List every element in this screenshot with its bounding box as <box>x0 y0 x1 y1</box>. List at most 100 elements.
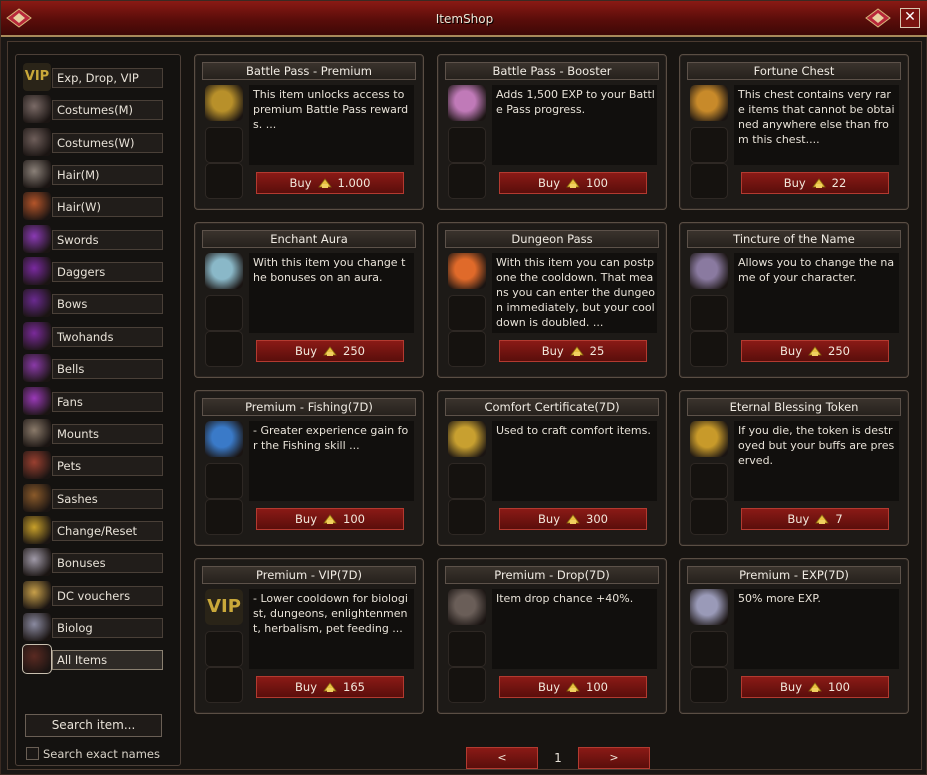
buy-button[interactable]: Buy 7 <box>741 508 889 530</box>
item-description: If you die, the token is destroyed but y… <box>734 421 899 501</box>
category-hair-male[interactable]: Hair(M) <box>23 160 165 189</box>
exact-names-checkbox[interactable] <box>26 747 39 760</box>
category-label: Twohands <box>52 326 163 347</box>
buy-button[interactable]: Buy 250 <box>741 340 889 362</box>
drop-claw-icon[interactable] <box>448 589 486 625</box>
buy-button[interactable]: Buy 300 <box>499 508 647 530</box>
biolog-icon <box>23 612 51 641</box>
buy-button[interactable]: Buy 100 <box>256 508 404 530</box>
category-mount[interactable]: Mounts <box>23 418 165 447</box>
buy-button[interactable]: Buy 100 <box>741 676 889 698</box>
buy-label: Buy <box>780 344 803 358</box>
category-hair-female[interactable]: Hair(W) <box>23 192 165 221</box>
category-label: DC vouchers <box>52 585 163 606</box>
category-all-items[interactable]: All Items <box>22 644 165 675</box>
item-price: 250 <box>343 344 365 358</box>
item-description: This item unlocks access to premium Batt… <box>249 85 414 165</box>
item-card: Eternal Blessing Token If you die, the to… <box>679 390 909 546</box>
vip-icon[interactable]: VIP <box>205 589 243 625</box>
buy-label: Buy <box>295 344 318 358</box>
coin-icon <box>808 343 822 356</box>
buy-button[interactable]: Buy 250 <box>256 340 404 362</box>
category-label: Bows <box>52 294 163 315</box>
category-fan[interactable]: Fans <box>23 386 165 415</box>
battle-pass-premium-icon[interactable] <box>205 85 243 121</box>
category-sash[interactable]: Sashes <box>23 483 165 512</box>
category-label: Costumes(M) <box>52 100 163 121</box>
empty-slot <box>690 463 728 499</box>
empty-slot <box>690 631 728 667</box>
buy-button[interactable]: Buy 165 <box>256 676 404 698</box>
prev-page-button[interactable]: < <box>466 747 538 769</box>
category-voucher[interactable]: DC vouchers <box>23 580 165 609</box>
search-item-button[interactable]: Search item... <box>25 714 162 737</box>
item-card: Fortune Chest This chest contains very ra… <box>679 54 909 210</box>
comfort-certificate-icon[interactable] <box>448 421 486 457</box>
category-change-reset[interactable]: Change/Reset <box>23 515 165 544</box>
category-dagger[interactable]: Daggers <box>23 257 165 286</box>
category-bell[interactable]: Bells <box>23 354 165 383</box>
dungeon-pass-icon[interactable] <box>448 253 486 289</box>
category-bow[interactable]: Bows <box>23 289 165 318</box>
category-pet[interactable]: Pets <box>23 451 165 480</box>
buy-label: Buy <box>538 512 561 526</box>
fan-icon <box>23 386 51 415</box>
tincture-icon[interactable] <box>690 253 728 289</box>
buy-button[interactable]: Buy 100 <box>499 676 647 698</box>
buy-button[interactable]: Buy 25 <box>499 340 647 362</box>
fortune-chest-icon[interactable] <box>690 85 728 121</box>
item-description: Used to craft comfort items. <box>492 421 657 501</box>
empty-slot <box>448 463 486 499</box>
buy-label: Buy <box>289 176 312 190</box>
coin-icon <box>323 511 337 524</box>
enchant-aura-icon[interactable] <box>205 253 243 289</box>
item-card: Premium - VIP(7D) VIP - Lower cooldown for… <box>194 558 424 714</box>
category-twohand[interactable]: Twohands <box>23 321 165 350</box>
category-sword[interactable]: Swords <box>23 224 165 253</box>
category-bonus[interactable]: Bonuses <box>23 548 165 577</box>
title-bar[interactable]: ItemShop ✕ <box>1 1 927 37</box>
blessing-shield-icon[interactable] <box>690 421 728 457</box>
buy-button[interactable]: Buy 1.000 <box>256 172 404 194</box>
category-costume-male[interactable]: Costumes(M) <box>23 95 165 124</box>
category-label: Hair(W) <box>52 197 163 218</box>
empty-slot <box>205 331 243 367</box>
category-vip[interactable]: VIP Exp, Drop, VIP <box>23 63 165 91</box>
coin-icon <box>815 511 830 524</box>
category-biolog[interactable]: Biolog <box>23 612 165 641</box>
category-label: Daggers <box>52 262 163 283</box>
bonus-icon <box>23 548 51 577</box>
fishing-orb-icon[interactable] <box>205 421 243 457</box>
buy-button[interactable]: Buy 100 <box>499 172 647 194</box>
item-description: With this item you can postpone the cool… <box>492 253 657 333</box>
buy-label: Buy <box>538 176 561 190</box>
empty-slot <box>448 331 486 367</box>
category-costume-female[interactable]: Costumes(W) <box>23 127 165 156</box>
empty-slot <box>205 667 243 703</box>
twohand-icon <box>23 321 51 350</box>
item-price: 165 <box>343 680 365 694</box>
empty-slot <box>690 499 728 535</box>
item-card: Comfort Certificate(7D) Used to craft com… <box>437 390 667 546</box>
category-label: Pets <box>52 456 163 477</box>
empty-slot <box>448 295 486 331</box>
battle-pass-booster-icon[interactable] <box>448 85 486 121</box>
buy-button[interactable]: Buy 22 <box>741 172 889 194</box>
vip-icon: VIP <box>23 63 51 91</box>
empty-slot <box>205 463 243 499</box>
coin-icon <box>317 175 332 188</box>
next-page-button[interactable]: > <box>578 747 650 769</box>
buy-label: Buy <box>538 680 561 694</box>
item-description: Allows you to change the name of your ch… <box>734 253 899 333</box>
mount-icon <box>23 418 51 447</box>
item-price: 1.000 <box>337 176 371 190</box>
coin-icon <box>323 343 337 356</box>
category-label: Fans <box>52 391 163 412</box>
close-button[interactable]: ✕ <box>900 8 920 28</box>
category-label: Sashes <box>52 488 163 509</box>
exp-ring-icon[interactable] <box>690 589 728 625</box>
item-description: - Greater experience gain for the Fishin… <box>249 421 414 501</box>
item-name: Tincture of the Name <box>687 230 901 248</box>
item-description: - Lower cooldown for biologist, dungeons… <box>249 589 414 669</box>
hair-female-icon <box>23 192 51 221</box>
